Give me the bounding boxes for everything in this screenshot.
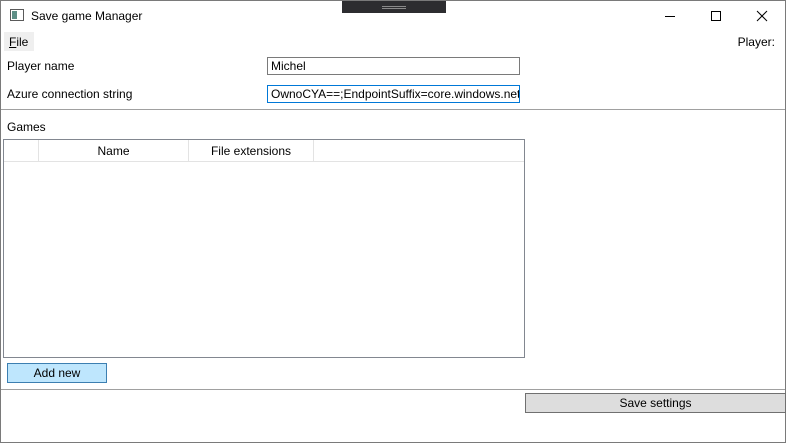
maximize-button[interactable] — [693, 1, 739, 31]
player-name-input[interactable]: Michel — [267, 57, 520, 75]
minimize-button[interactable] — [647, 1, 693, 31]
divider-bottom — [1, 389, 785, 390]
column-header-file-extensions[interactable]: File extensions — [189, 140, 314, 161]
games-grid[interactable]: Name File extensions — [3, 139, 525, 358]
divider-top — [1, 109, 785, 110]
azure-connection-label: Azure connection string — [7, 87, 133, 101]
app-icon — [10, 9, 24, 21]
player-label: Player: — [737, 35, 775, 49]
player-name-label: Player name — [7, 59, 75, 73]
menu-file[interactable]: File — [4, 32, 34, 51]
title-bar[interactable]: Save game Manager — [1, 1, 785, 31]
close-icon — [756, 10, 768, 22]
column-header-name[interactable]: Name — [39, 140, 189, 161]
window-title: Save game Manager — [31, 9, 143, 23]
drag-handle[interactable] — [342, 1, 446, 13]
add-new-button[interactable]: Add new — [7, 363, 107, 383]
row-header-corner[interactable] — [4, 140, 39, 161]
games-section-label: Games — [7, 120, 46, 134]
save-settings-button[interactable]: Save settings — [525, 393, 786, 413]
menu-file-label: ile — [16, 35, 29, 49]
close-button[interactable] — [739, 1, 785, 31]
main-window: Save game Manager File Player: Player na… — [0, 0, 786, 443]
minimize-icon — [665, 16, 675, 17]
games-grid-header: Name File extensions — [4, 140, 524, 162]
azure-connection-input[interactable]: OwnoCYA==;EndpointSuffix=core.windows.ne… — [267, 85, 520, 103]
maximize-icon — [711, 11, 721, 21]
